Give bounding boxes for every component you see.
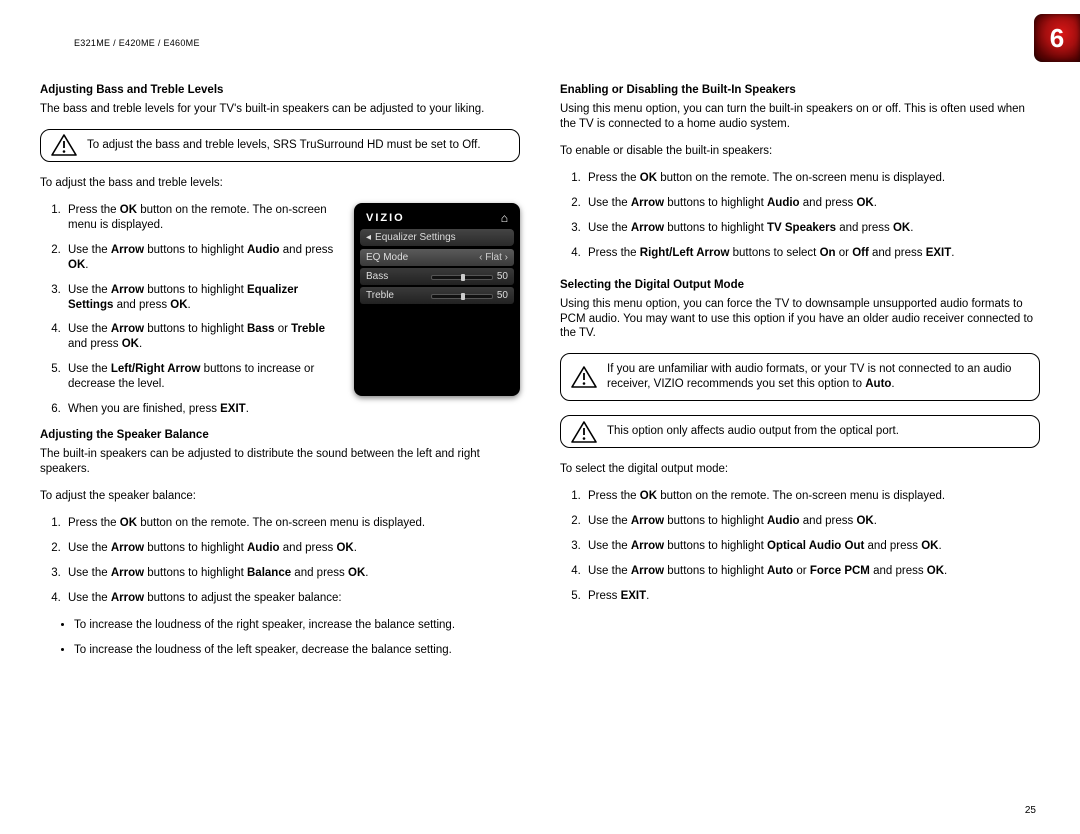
step: When you are finished, press EXIT. xyxy=(64,402,342,417)
step: Use the Arrow buttons to highlight Optic… xyxy=(584,539,1040,554)
step: Press the OK button on the remote. The o… xyxy=(64,203,342,233)
step: Press the OK button on the remote. The o… xyxy=(584,171,1040,186)
right-arrow-icon: › xyxy=(502,252,508,263)
bullet: To increase the loudness of the left spe… xyxy=(74,643,520,658)
callout-text: To adjust the bass and treble levels, SR… xyxy=(87,139,481,151)
para-digital-intro: Using this menu option, you can force th… xyxy=(560,297,1040,342)
step: Use the Arrow buttons to adjust the spea… xyxy=(64,591,520,606)
step: Use the Arrow buttons to highlight Audio… xyxy=(584,196,1040,211)
step: Press EXIT. xyxy=(584,589,1040,604)
model-header: E321ME / E420ME / E460ME xyxy=(74,38,200,48)
bullets-balance: To increase the loudness of the right sp… xyxy=(40,618,520,658)
back-arrow-icon: ◂ xyxy=(366,232,371,243)
step: Use the Arrow buttons to highlight Equal… xyxy=(64,283,342,313)
home-icon: ⌂ xyxy=(501,211,508,225)
para-speakers-intro: Using this menu option, you can turn the… xyxy=(560,102,1040,132)
para-to-speakers: To enable or disable the built-in speake… xyxy=(560,144,1040,159)
steps-digital: Press the OK button on the remote. The o… xyxy=(560,489,1040,604)
para-to-digital: To select the digital output mode: xyxy=(560,462,1040,477)
heading-digital: Selecting the Digital Output Mode xyxy=(560,279,1040,291)
callout-text: If you are unfamiliar with audio formats… xyxy=(607,363,1011,390)
warning-icon xyxy=(571,366,597,388)
callout-optical: This option only affects audio output fr… xyxy=(560,415,1040,448)
steps-bass: Press the OK button on the remote. The o… xyxy=(40,203,342,417)
heading-bass: Adjusting Bass and Treble Levels xyxy=(40,84,520,96)
step: Use the Arrow buttons to highlight Bass … xyxy=(64,322,342,352)
para-to-balance: To adjust the speaker balance: xyxy=(40,489,520,504)
para-balance-intro: The built-in speakers can be adjusted to… xyxy=(40,447,520,477)
para-to-adjust: To adjust the bass and treble levels: xyxy=(40,176,520,191)
warning-icon xyxy=(571,421,597,443)
heading-balance: Adjusting the Speaker Balance xyxy=(40,429,520,441)
heading-speakers: Enabling or Disabling the Built-In Speak… xyxy=(560,84,1040,96)
step: Use the Left/Right Arrow buttons to incr… xyxy=(64,362,342,392)
tv-row-eqmode: EQ Mode ‹ Flat › xyxy=(360,249,514,266)
steps-balance: Press the OK button on the remote. The o… xyxy=(40,516,520,606)
tv-menu-title: ◂ Equalizer Settings xyxy=(360,229,514,246)
step: Press the OK button on the remote. The o… xyxy=(64,516,520,531)
step: Use the Arrow buttons to highlight Balan… xyxy=(64,566,520,581)
tv-brand: VIZIO xyxy=(366,212,405,224)
step: Use the Arrow buttons to highlight Audio… xyxy=(584,514,1040,529)
step: Use the Arrow buttons to highlight Audio… xyxy=(64,243,342,273)
right-column: Enabling or Disabling the Built-In Speak… xyxy=(560,84,1040,670)
step: Use the Arrow buttons to highlight Audio… xyxy=(64,541,520,556)
slider-icon xyxy=(431,294,493,299)
step: Press the Right/Left Arrow buttons to se… xyxy=(584,246,1040,261)
callout-srs: To adjust the bass and treble levels, SR… xyxy=(40,129,520,162)
tv-row-treble: Treble 50 xyxy=(360,287,514,304)
bullet: To increase the loudness of the right sp… xyxy=(74,618,520,633)
slider-icon xyxy=(431,275,493,280)
step: Use the Arrow buttons to highlight Auto … xyxy=(584,564,1040,579)
tv-row-bass: Bass 50 xyxy=(360,268,514,285)
para-bass-intro: The bass and treble levels for your TV's… xyxy=(40,102,520,117)
tv-menu-screenshot: VIZIO ⌂ ◂ Equalizer Settings EQ Mode ‹ F… xyxy=(354,203,520,396)
page-number: 25 xyxy=(1025,805,1036,816)
callout-text: This option only affects audio output fr… xyxy=(607,425,899,437)
callout-auto: If you are unfamiliar with audio formats… xyxy=(560,353,1040,401)
warning-icon xyxy=(51,134,77,156)
left-column: Adjusting Bass and Treble Levels The bas… xyxy=(40,84,520,670)
chapter-tab: 6 xyxy=(1034,14,1080,62)
step: Use the Arrow buttons to highlight TV Sp… xyxy=(584,221,1040,236)
steps-speakers: Press the OK button on the remote. The o… xyxy=(560,171,1040,261)
step: Press the OK button on the remote. The o… xyxy=(584,489,1040,504)
